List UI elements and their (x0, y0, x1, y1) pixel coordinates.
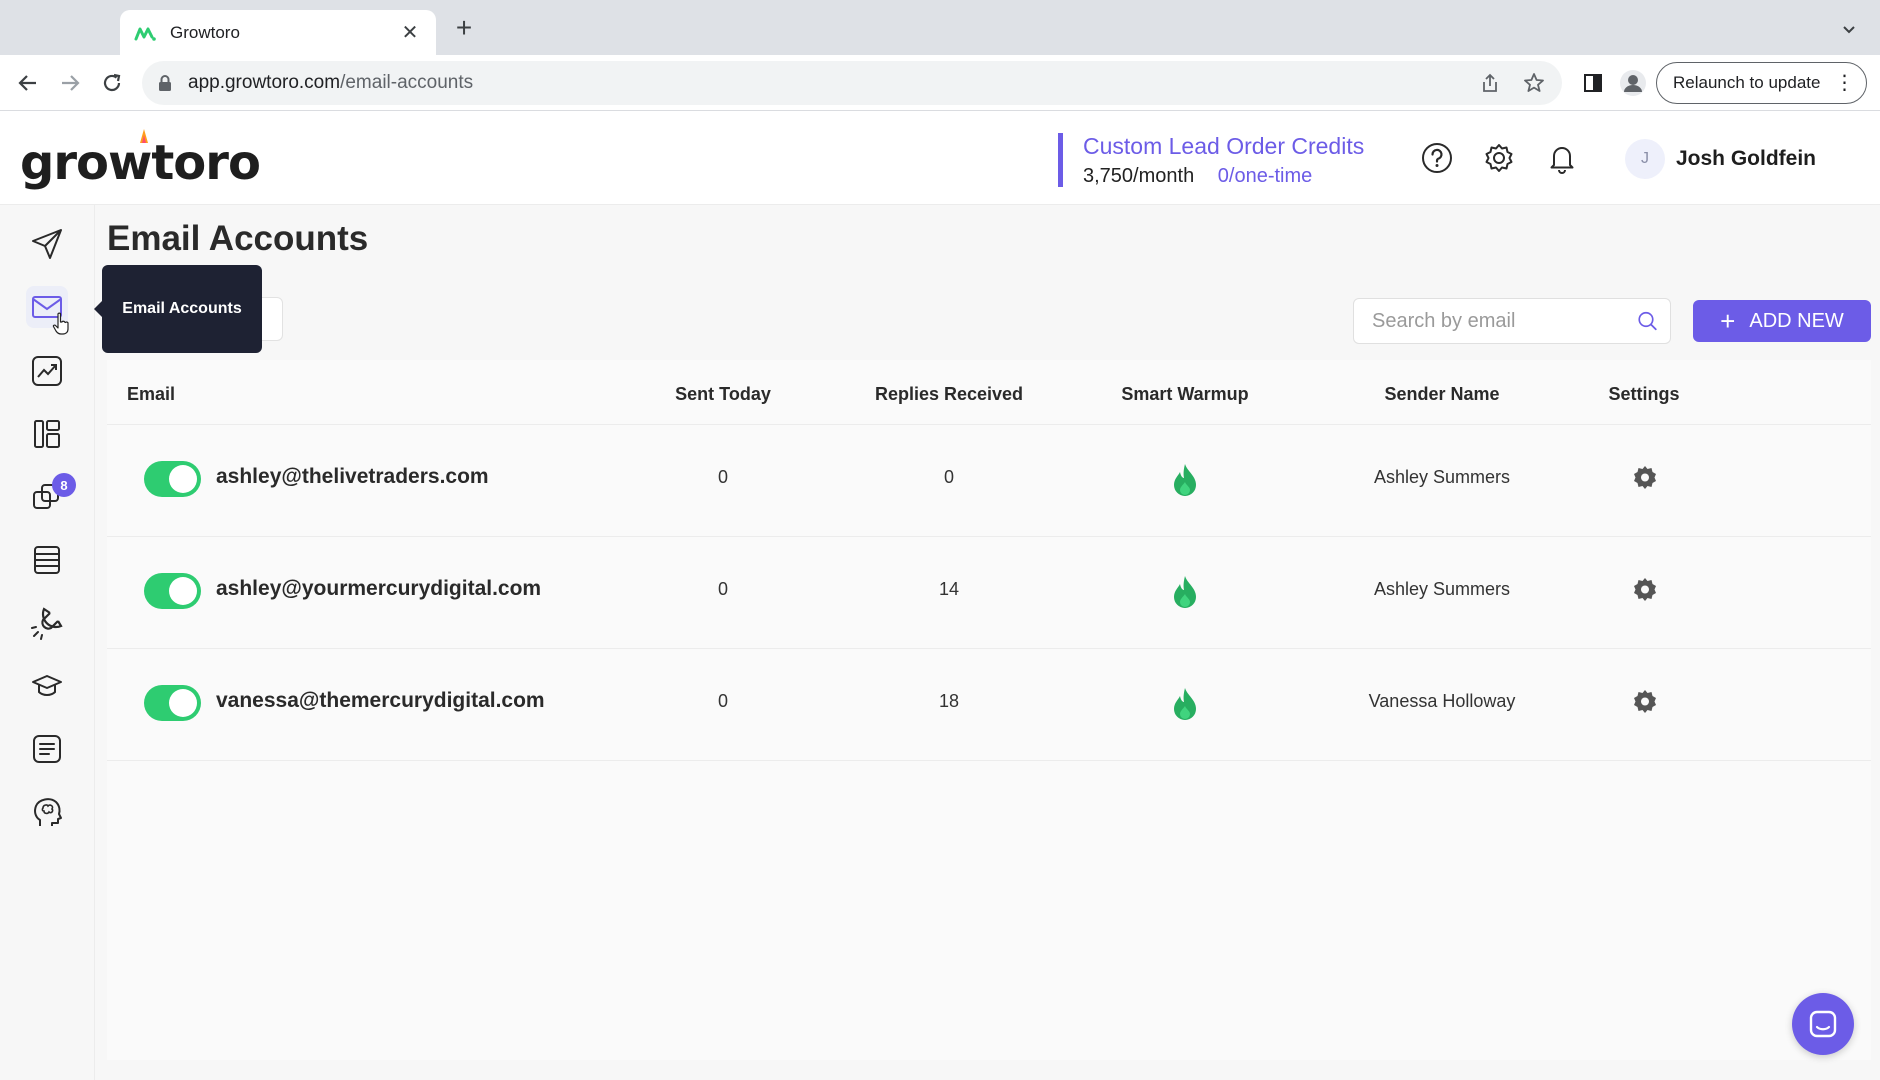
growtoro-favicon-icon (134, 27, 156, 41)
sidebar-tooltip: Email Accounts (94, 265, 262, 353)
replies-value: 0 (943, 467, 954, 487)
reload-icon[interactable] (96, 67, 128, 99)
replies-value: 18 (938, 691, 960, 711)
url-text: app.growtoro.com/email-accounts (188, 72, 474, 93)
notification-bell-icon[interactable] (1545, 141, 1579, 175)
header-email: Email (127, 384, 176, 404)
sidebar-item-leads-database[interactable] (26, 539, 68, 581)
table-row[interactable]: ashley@thelivetraders.com 0 0 Ashley Sum… (107, 425, 1871, 537)
app-header: growtoro Custom Lead Order Credits 3,750… (0, 111, 1880, 205)
sidebar-item-analytics[interactable] (26, 350, 68, 392)
lead-credits-panel: Custom Lead Order Credits 3,750/month 0/… (1058, 133, 1364, 187)
brain-head-icon (34, 798, 62, 826)
integrations-count-badge: 8 (52, 473, 76, 497)
layout-icon (34, 420, 60, 448)
profile-icon[interactable] (1616, 65, 1650, 101)
account-enabled-toggle[interactable] (144, 573, 201, 609)
main-content: Email Accounts + ADD NEW Email Sent Toda… (95, 205, 1880, 1080)
sent-today-value: 0 (717, 579, 728, 599)
help-icon[interactable] (1420, 141, 1454, 175)
sidebar-item-templates[interactable] (26, 413, 68, 455)
more-vert-icon[interactable]: ⋮ (1834, 73, 1854, 93)
page-title: Email Accounts (107, 219, 369, 258)
address-bar[interactable]: app.growtoro.com/email-accounts (142, 61, 1562, 105)
row-settings-gear-icon[interactable] (1631, 577, 1659, 605)
graduation-cap-icon (32, 675, 62, 696)
tab-close-icon[interactable]: ✕ (398, 20, 422, 45)
logo-flame-icon (140, 129, 148, 143)
credits-onetime[interactable]: 0/one-time (1218, 165, 1313, 187)
replies-value: 14 (938, 579, 960, 599)
sender-name-value: Vanessa Holloway (1368, 691, 1516, 711)
credits-title[interactable]: Custom Lead Order Credits (1083, 133, 1364, 159)
chevron-down-icon[interactable] (1840, 20, 1858, 38)
flame-icon[interactable] (1172, 575, 1198, 609)
credits-monthly: 3,750/month (1083, 165, 1195, 187)
avatar[interactable]: J (1625, 139, 1665, 179)
new-tab-icon[interactable]: + (450, 14, 478, 42)
sender-name-value: Ashley Summers (1373, 467, 1511, 487)
send-icon (32, 229, 62, 259)
lock-icon (159, 75, 171, 91)
add-new-button[interactable]: + ADD NEW (1693, 300, 1871, 342)
header-sender-name: Sender Name (1384, 384, 1500, 404)
search-field[interactable] (1353, 298, 1671, 344)
sidebar-item-notes[interactable] (26, 728, 68, 770)
header-smart-warmup: Smart Warmup (1121, 384, 1249, 404)
flame-icon[interactable] (1172, 463, 1198, 497)
search-icon[interactable] (1637, 307, 1658, 335)
table-row[interactable]: vanessa@themercurydigital.com 0 18 Vanes… (107, 649, 1871, 761)
settings-gear-icon[interactable] (1482, 141, 1516, 175)
search-input[interactable] (1372, 309, 1637, 333)
account-enabled-toggle[interactable] (144, 461, 201, 497)
document-list-icon (33, 735, 61, 763)
chat-icon (1809, 1010, 1837, 1038)
account-enabled-toggle[interactable] (144, 685, 201, 721)
tab-title: Growtoro (170, 22, 240, 42)
sent-today-value: 0 (717, 467, 728, 487)
bookmark-star-icon[interactable] (1522, 71, 1546, 95)
sent-today-value: 0 (717, 691, 728, 711)
browser-tab[interactable]: Growtoro ✕ (120, 10, 436, 55)
header-replies-received: Replies Received (874, 384, 1024, 404)
browser-toolbar: app.growtoro.com/email-accounts Relaunch… (0, 55, 1880, 111)
sender-name-value: Ashley Summers (1373, 579, 1511, 599)
header-sent-today: Sent Today (675, 384, 771, 404)
forward-arrow-icon[interactable] (54, 67, 86, 99)
table-header: Email Sent Today Replies Received Smart … (107, 360, 1871, 425)
browser-tab-bar: Growtoro ✕ + (0, 0, 1880, 55)
hand-cursor-icon (52, 312, 69, 335)
flame-icon[interactable] (1172, 687, 1198, 721)
sidebar-item-magnet[interactable] (26, 602, 68, 644)
email-accounts-table: Email Sent Today Replies Received Smart … (107, 360, 1871, 1060)
user-name[interactable]: Josh Goldfein (1676, 147, 1816, 171)
back-arrow-icon[interactable] (12, 67, 44, 99)
sidebar-item-campaigns[interactable] (26, 223, 68, 265)
database-icon (34, 546, 60, 574)
sidebar-item-academy[interactable] (26, 665, 68, 707)
growtoro-logo[interactable]: growtoro (20, 129, 261, 191)
sidebar-item-ai-brain[interactable] (26, 791, 68, 833)
email-address[interactable]: ashley@yourmercurydigital.com (216, 577, 541, 601)
share-icon[interactable] (1478, 71, 1502, 95)
chat-support-button[interactable] (1792, 993, 1854, 1055)
plus-icon: + (1720, 306, 1736, 336)
side-panel-icon[interactable] (1578, 65, 1608, 101)
table-row[interactable]: ashley@yourmercurydigital.com 0 14 Ashle… (107, 537, 1871, 649)
email-address[interactable]: ashley@thelivetraders.com (216, 465, 489, 489)
relaunch-button[interactable]: Relaunch to update ⋮ (1656, 62, 1868, 104)
header-settings: Settings (1608, 384, 1680, 404)
row-settings-gear-icon[interactable] (1631, 465, 1659, 493)
chart-line-icon (32, 356, 62, 386)
email-address[interactable]: vanessa@themercurydigital.com (216, 689, 545, 713)
magnet-icon (31, 607, 63, 640)
row-settings-gear-icon[interactable] (1631, 689, 1659, 717)
